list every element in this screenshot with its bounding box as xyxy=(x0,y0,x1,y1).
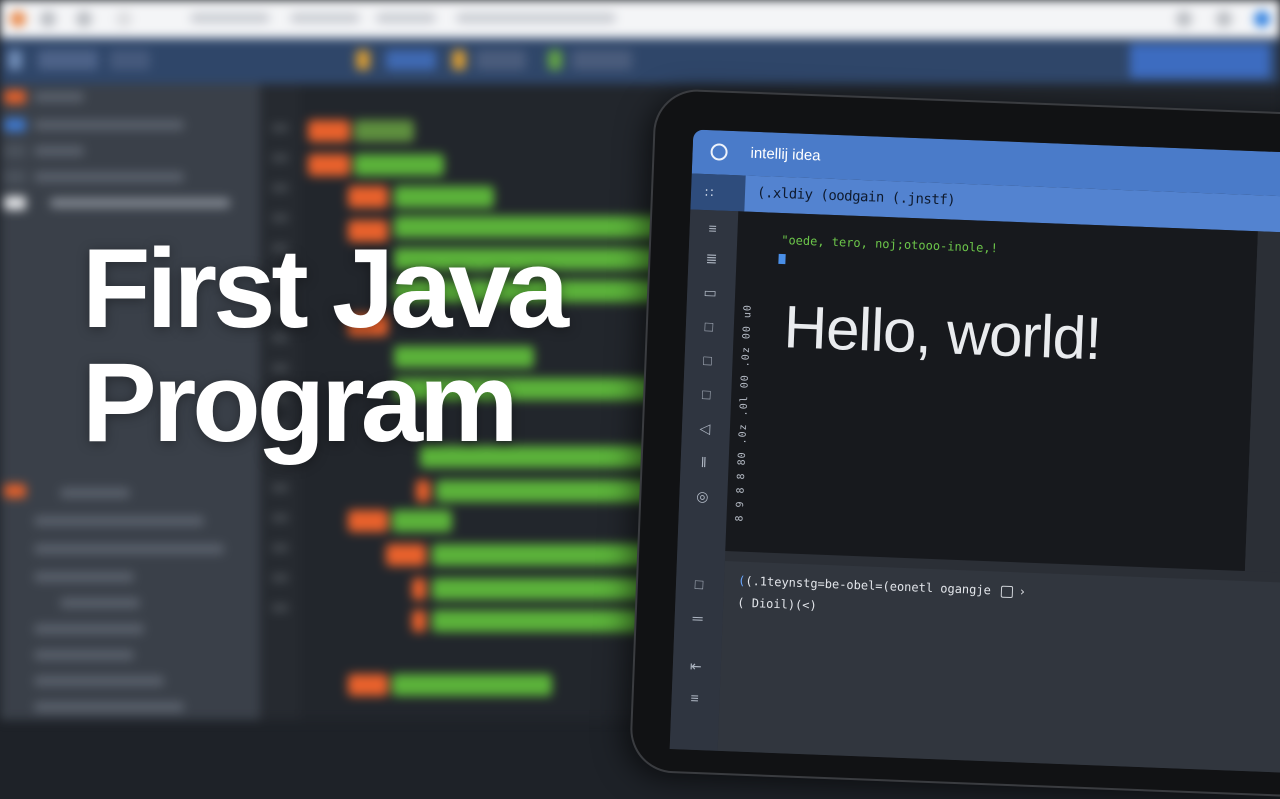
tree-icon xyxy=(4,170,26,184)
toolbar-chip xyxy=(548,50,562,70)
tree-row xyxy=(34,172,184,182)
code-token xyxy=(394,186,494,208)
line-number xyxy=(272,514,288,522)
code-token xyxy=(392,674,552,696)
toolbar-chip xyxy=(1130,44,1270,78)
window-button xyxy=(76,11,92,27)
tree-row xyxy=(34,676,164,686)
toolbar-icon xyxy=(1176,11,1192,27)
address-bar xyxy=(456,13,616,23)
tree-row xyxy=(60,598,140,608)
code-token xyxy=(412,610,426,632)
square-icon[interactable]: □ xyxy=(690,576,709,593)
target-icon[interactable]: ◎ xyxy=(693,488,712,505)
exit-icon[interactable]: ⇤ xyxy=(687,658,706,675)
line-number xyxy=(272,604,288,612)
code-token xyxy=(416,480,430,502)
tree-icon xyxy=(4,196,26,210)
toolbar-chip xyxy=(110,50,150,70)
code-token xyxy=(308,120,350,142)
console-text: (.1teynstg=be-obel=(eonetl ogangje xyxy=(745,573,992,598)
tablet-screen: intellij idea ∷ (.xldiy (oodgain (.jnstf… xyxy=(669,129,1280,773)
checkbox-icon[interactable] xyxy=(1000,585,1014,598)
tree-row xyxy=(34,146,84,156)
chevron-icon: › xyxy=(1018,584,1027,599)
window-button xyxy=(10,11,26,27)
code-token xyxy=(354,120,414,142)
tree-row xyxy=(34,544,224,554)
code-token xyxy=(308,154,350,176)
tree-icon xyxy=(4,484,26,498)
menu-icon[interactable]: ≡ xyxy=(703,220,722,237)
title-line-1: First Java xyxy=(82,226,569,351)
toolbar-chip xyxy=(38,50,98,70)
square-icon[interactable]: □ xyxy=(697,386,716,403)
toolbar-chip xyxy=(356,50,370,70)
ide-toolbar xyxy=(0,38,1280,84)
tree-row xyxy=(34,650,134,660)
toolbar-chip xyxy=(386,50,436,70)
text-cursor xyxy=(778,253,786,265)
browser-tab xyxy=(290,13,360,23)
line-number xyxy=(272,544,288,552)
line-number xyxy=(272,214,288,222)
browser-tab xyxy=(376,13,436,23)
code-token xyxy=(392,510,452,532)
square-icon[interactable]: □ xyxy=(700,318,719,335)
code-token xyxy=(432,610,642,632)
line-number xyxy=(272,184,288,192)
console-line: ((.1teynstg=be-obel=(eonetl ogangje › xyxy=(738,574,1026,599)
tree-icon xyxy=(4,144,26,158)
line-number xyxy=(272,484,288,492)
tree-row xyxy=(34,572,134,582)
console-line: ( Dioil)(<) xyxy=(737,596,817,613)
code-token xyxy=(348,510,388,532)
title-line-2: Program xyxy=(82,340,519,465)
window-button xyxy=(116,11,132,27)
lines-icon[interactable]: ‖ xyxy=(694,454,713,471)
toolbar-chip xyxy=(8,50,22,70)
profile-icon xyxy=(1254,11,1270,27)
video-title: First Java Program xyxy=(82,226,569,465)
run-console: ((.1teynstg=be-obel=(eonetl ogangje › ( D… xyxy=(717,561,1280,773)
browser-toolbar xyxy=(0,0,1280,38)
tree-icon xyxy=(4,90,26,104)
tree-row xyxy=(34,120,184,130)
hello-world-output: Hello, world! xyxy=(782,293,1103,373)
line-number xyxy=(272,124,288,132)
grid-icon[interactable]: ∷ xyxy=(705,185,714,201)
code-token xyxy=(386,544,426,566)
code-token xyxy=(348,186,388,208)
tree-icon xyxy=(4,118,26,132)
app-name: intellij idea xyxy=(750,144,821,165)
code-token xyxy=(412,578,426,600)
tree-row xyxy=(34,516,204,526)
console-text: ( Dioil)(<) xyxy=(737,595,818,613)
browser-tab xyxy=(190,13,270,23)
tree-row xyxy=(34,702,184,712)
triangle-icon[interactable]: ◁ xyxy=(696,420,715,437)
tree-row xyxy=(34,92,84,102)
toolbar-icon xyxy=(1216,11,1232,27)
toolbar-chip xyxy=(476,50,526,70)
tree-row xyxy=(60,488,130,498)
line-number xyxy=(272,154,288,162)
tree-row xyxy=(50,198,230,208)
tree-row xyxy=(34,624,144,634)
window-button xyxy=(40,11,56,27)
list-icon[interactable]: ≣ xyxy=(702,250,721,267)
code-area[interactable] xyxy=(725,211,1258,572)
lines-icon[interactable]: ═ xyxy=(688,610,707,627)
menu-icon[interactable]: ≡ xyxy=(685,690,704,707)
toolbar-chip xyxy=(572,50,632,70)
toolbar-chip xyxy=(452,50,466,70)
app-logo-icon xyxy=(710,143,728,161)
line-number xyxy=(272,574,288,582)
tablet-device: intellij idea ∷ (.xldiy (oodgain (.jnstf… xyxy=(628,88,1280,799)
code-token xyxy=(354,154,444,176)
comment-icon[interactable]: ▭ xyxy=(701,284,720,301)
code-token xyxy=(436,480,666,502)
square-icon[interactable]: □ xyxy=(698,352,717,369)
code-token xyxy=(348,674,388,696)
